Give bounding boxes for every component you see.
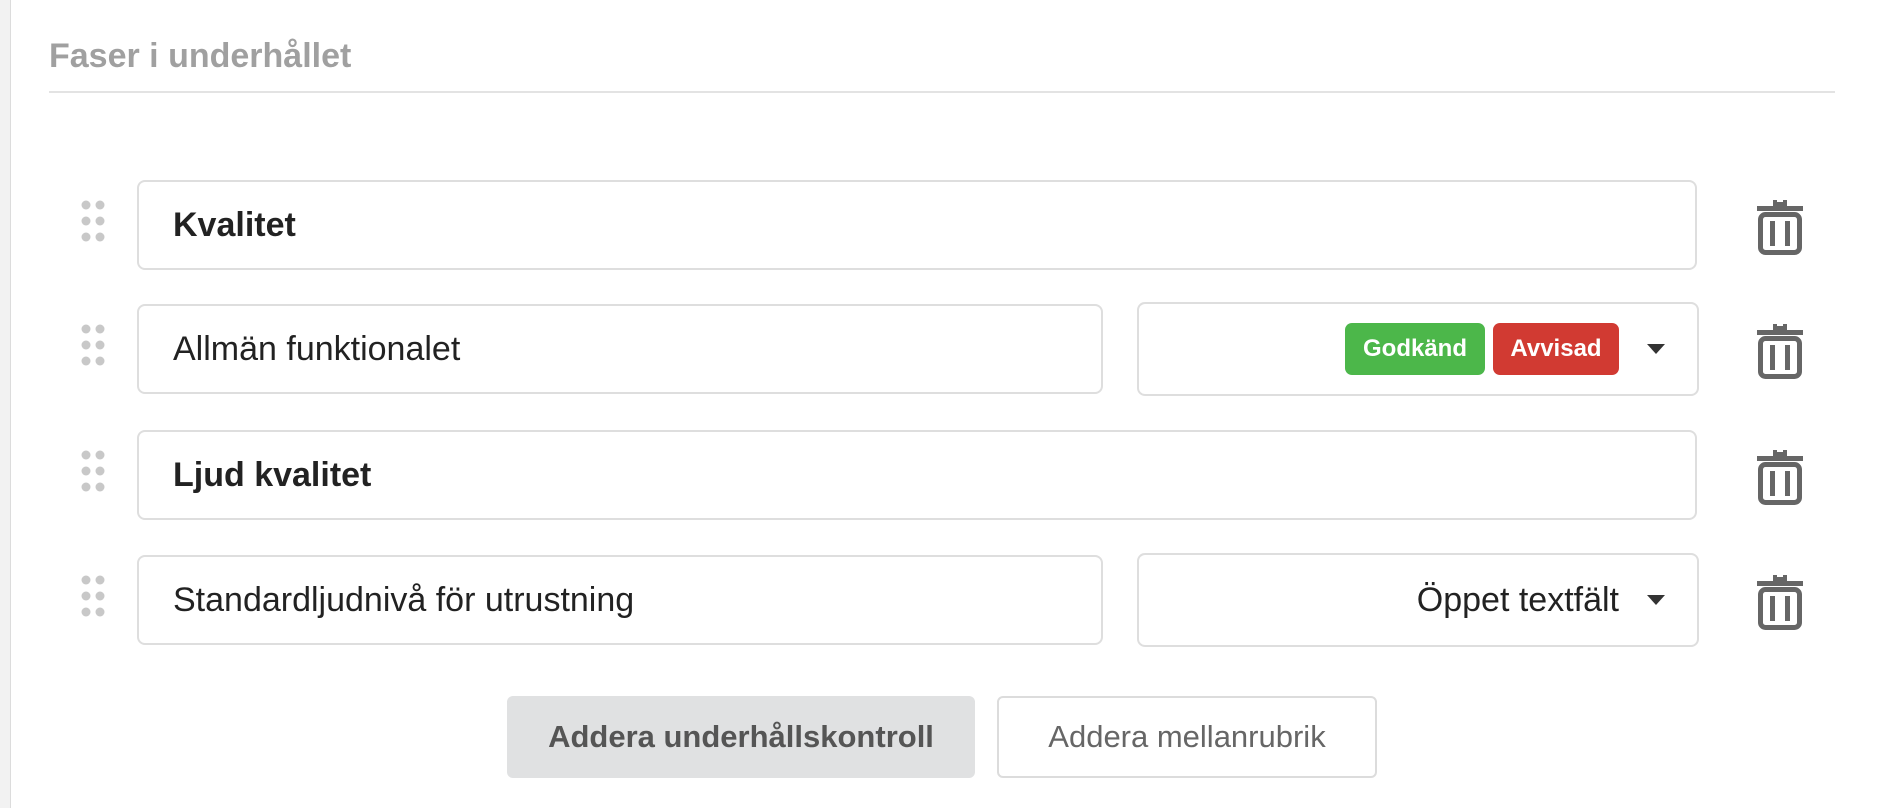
drag-handle-icon[interactable] bbox=[81, 575, 105, 617]
heading-input[interactable]: Kvalitet bbox=[137, 180, 1697, 270]
approved-badge: Godkänd bbox=[1345, 323, 1485, 375]
phase-row-control: Allmän funktionalet Godkänd Avvisad bbox=[11, 302, 1896, 396]
phase-row-control: Standardljudnivå för utrustning Öppet te… bbox=[11, 553, 1896, 647]
phase-row-heading: Ljud kvalitet bbox=[11, 430, 1896, 522]
answer-type-select[interactable]: Godkänd Avvisad bbox=[1137, 302, 1699, 396]
control-input[interactable]: Allmän funktionalet bbox=[137, 304, 1103, 394]
rejected-badge: Avvisad bbox=[1493, 323, 1619, 375]
section-title: Faser i underhållet bbox=[49, 37, 352, 75]
add-maintenance-control-button[interactable]: Addera underhållskontroll bbox=[507, 696, 975, 778]
selected-answer-type: Öppet textfält bbox=[1416, 580, 1619, 619]
add-subheading-button[interactable]: Addera mellanrubrik bbox=[997, 696, 1377, 778]
answer-type-select[interactable]: Öppet textfält bbox=[1137, 553, 1699, 647]
maintenance-phases-card: Faser i underhållet Kvalitet Allmän funk… bbox=[10, 0, 1896, 808]
drag-handle-icon[interactable] bbox=[81, 200, 105, 242]
trash-icon[interactable] bbox=[1753, 196, 1807, 256]
phase-row-heading: Kvalitet bbox=[11, 180, 1896, 272]
trash-icon[interactable] bbox=[1753, 446, 1807, 506]
drag-handle-icon[interactable] bbox=[81, 324, 105, 366]
trash-icon[interactable] bbox=[1753, 320, 1807, 380]
chevron-down-icon bbox=[1647, 595, 1665, 605]
trash-icon[interactable] bbox=[1753, 571, 1807, 631]
heading-input[interactable]: Ljud kvalitet bbox=[137, 430, 1697, 520]
control-input[interactable]: Standardljudnivå för utrustning bbox=[137, 555, 1103, 645]
title-divider bbox=[49, 91, 1835, 93]
chevron-down-icon bbox=[1647, 344, 1665, 354]
drag-handle-icon[interactable] bbox=[81, 450, 105, 492]
